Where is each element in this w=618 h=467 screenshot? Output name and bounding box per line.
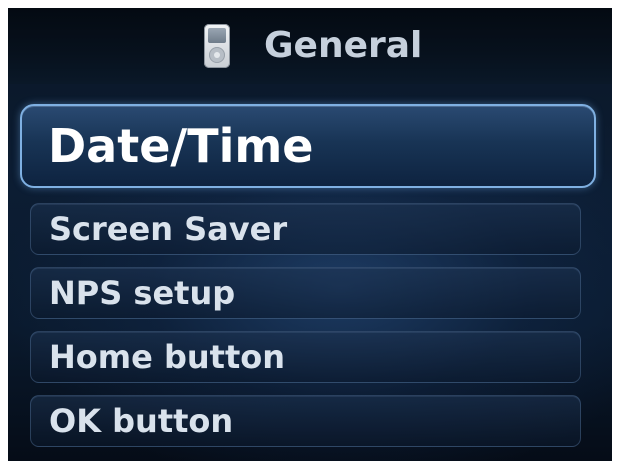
menu-item-label: Screen Saver	[49, 210, 288, 248]
menu-item-nps-setup[interactable]: NPS setup	[30, 267, 581, 319]
menu-item-ok-button[interactable]: OK button	[30, 395, 581, 447]
menu-item-home-button[interactable]: Home button	[30, 331, 581, 383]
menu-item-label: NPS setup	[49, 274, 236, 312]
menu-item-label: Home button	[49, 338, 285, 376]
menu-item-date-time[interactable]: Date/Time	[20, 104, 596, 188]
settings-menu: Date/Time Screen Saver NPS setup Home bu…	[8, 8, 612, 461]
device-screen: General Date/Time Screen Saver NPS setup…	[8, 8, 612, 461]
menu-item-screen-saver[interactable]: Screen Saver	[30, 203, 581, 255]
menu-item-label: Date/Time	[48, 119, 314, 173]
menu-item-label: OK button	[49, 402, 234, 440]
